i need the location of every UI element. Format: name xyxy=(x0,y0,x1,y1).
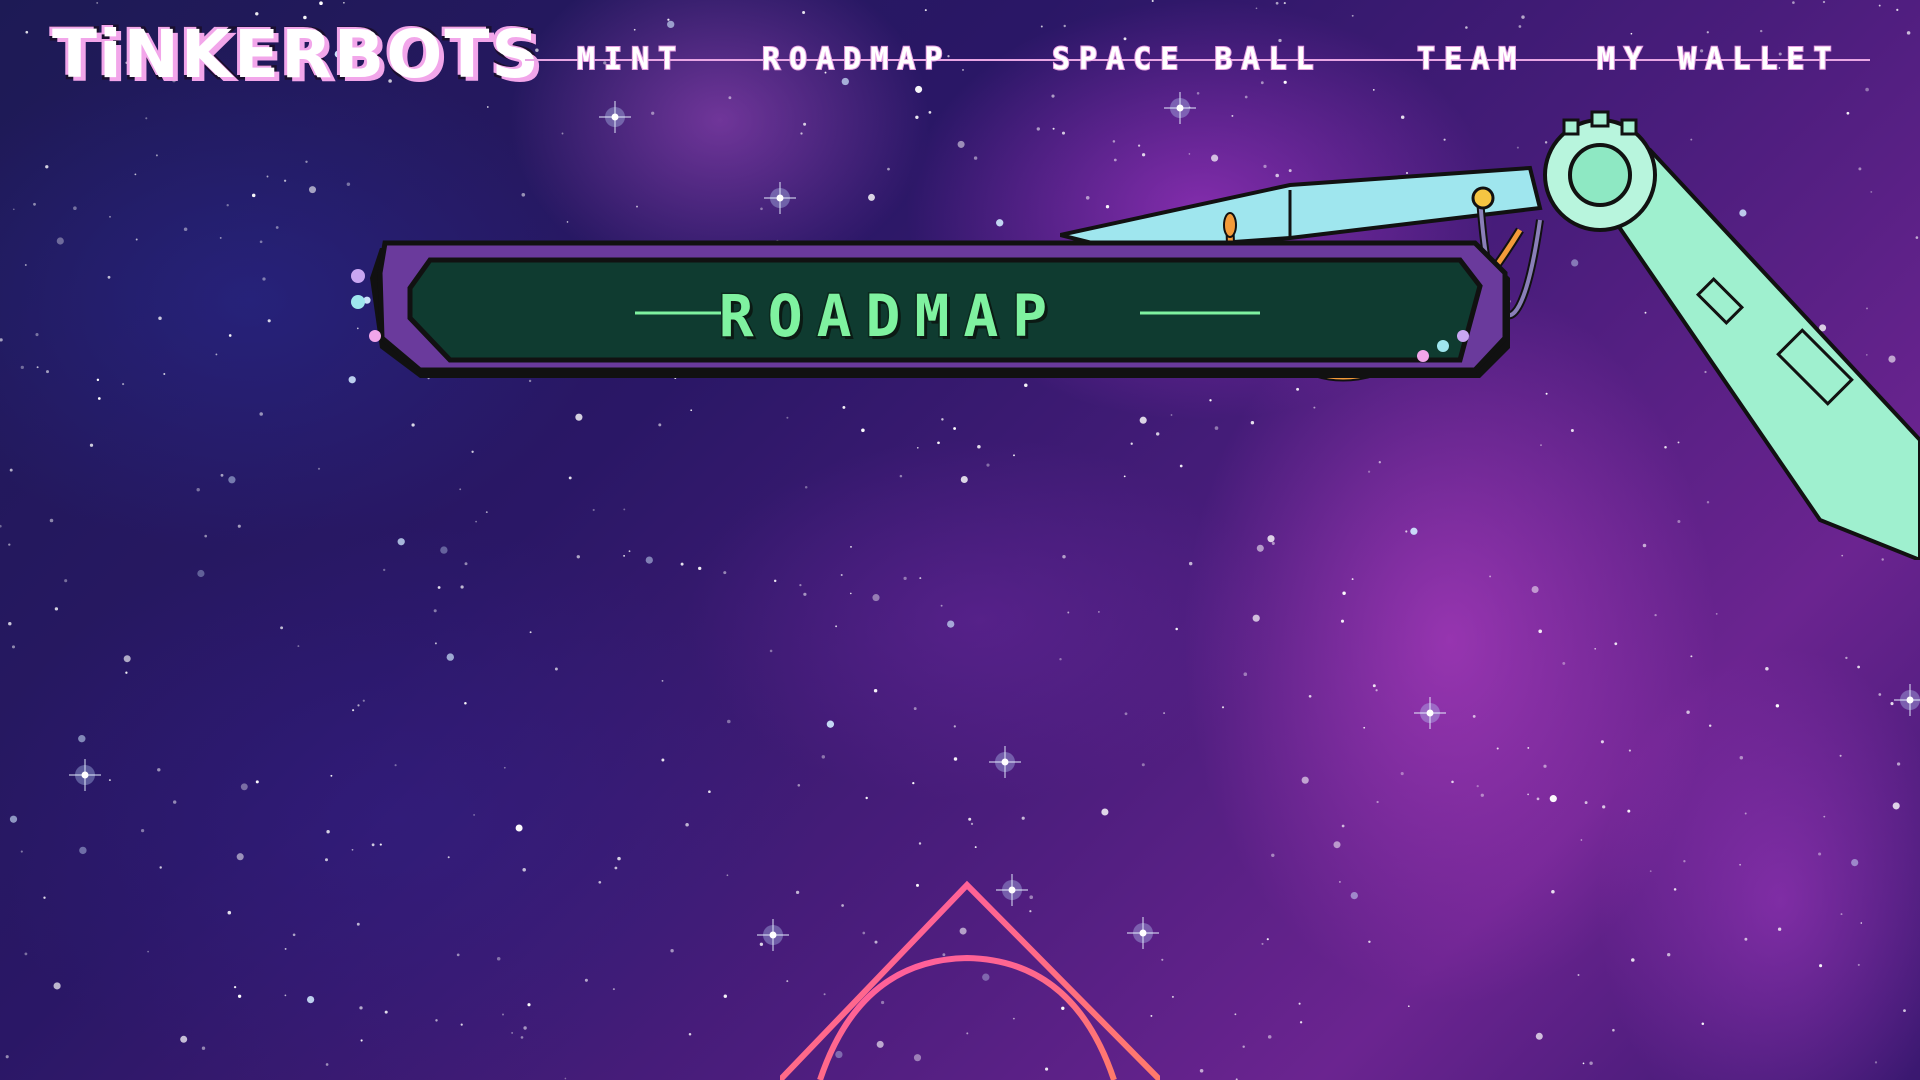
nav-link-team[interactable]: TEAM xyxy=(1405,40,1537,80)
nav-label: TEAM xyxy=(1416,41,1526,78)
nav-link-roadmap[interactable]: ROADMAP xyxy=(750,40,963,80)
section-title: ROADMAP xyxy=(717,281,1062,352)
nav-link-my-wallet[interactable]: MY WALLET xyxy=(1585,40,1853,80)
nav-label: MINT xyxy=(576,41,686,78)
triangle-ornament xyxy=(780,880,1160,1080)
main-nav: MINT ROADMAP SPACE BALL TEAM MY WALLET xyxy=(525,40,1870,80)
section-title-banner: ROADMAP xyxy=(340,238,1520,388)
top-navigation-bar: TiNKERBOTS MINT ROADMAP SPACE BALL TEAM … xyxy=(0,0,1920,110)
nav-link-space-ball[interactable]: SPACE BALL xyxy=(1040,40,1335,80)
brand-logo[interactable]: TiNKERBOTS xyxy=(50,19,542,90)
nav-label: ROADMAP xyxy=(761,41,952,78)
nav-link-mint[interactable]: MINT xyxy=(565,40,697,80)
nav-label: SPACE BALL xyxy=(1051,41,1323,78)
nav-label: MY WALLET xyxy=(1596,41,1841,78)
